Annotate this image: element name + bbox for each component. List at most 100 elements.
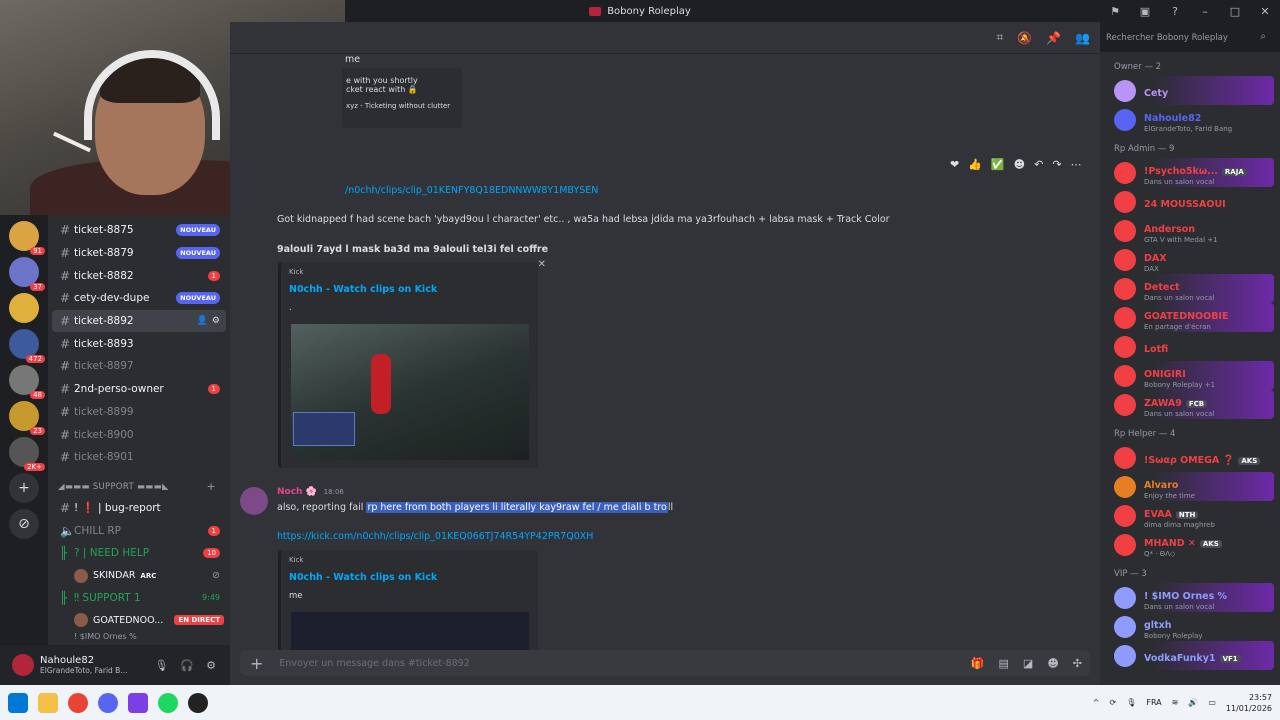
embed-title[interactable]: N0chh - Watch clips on Kick — [289, 572, 530, 583]
microphone-icon[interactable]: 🎙 — [1126, 698, 1136, 707]
channel-need-help[interactable]: ╟? | NEED HELP 10 — [52, 542, 226, 565]
spotify-icon[interactable] — [158, 692, 178, 713]
avatar[interactable] — [12, 654, 34, 676]
sticker-icon[interactable]: ◪ — [1023, 657, 1033, 670]
server-icon[interactable]: 472 — [9, 329, 45, 363]
member-item[interactable]: Alvaro Enjoy the time — [1100, 472, 1274, 501]
message-input[interactable]: Envoyer un message dans #ticket-8892 — [279, 658, 469, 669]
member-item[interactable]: Cety — [1100, 76, 1274, 105]
channel-item[interactable]: # ticket-8900 — [52, 423, 226, 446]
add-server-icon[interactable]: + — [9, 473, 39, 503]
message-composer[interactable]: + Envoyer un message dans #ticket-8892 🎁… — [240, 650, 1090, 676]
volume-icon[interactable]: 🔊 — [1188, 698, 1198, 707]
channel-chill-rp[interactable]: 🔈 CHILL RP 1 — [52, 519, 226, 542]
app-icon[interactable] — [188, 692, 208, 713]
channel-item[interactable]: #2nd-perso-owner 1 — [52, 378, 226, 401]
chrome-icon[interactable] — [68, 692, 88, 713]
channel-item[interactable]: # ticket-8897 — [52, 355, 226, 378]
member-item[interactable]: 24 MOUSSAOUI — [1100, 187, 1280, 216]
member-item[interactable]: Detect Dans un salon vocal — [1100, 274, 1274, 303]
invite-icon[interactable]: 👤 — [197, 316, 208, 326]
discord-icon[interactable] — [98, 692, 118, 713]
embed-title[interactable]: N0chh - Watch clips on Kick — [289, 284, 530, 295]
member-item[interactable]: gltxh Bobony Roleplay — [1100, 612, 1280, 641]
heart-reaction-icon[interactable]: ❤ — [950, 158, 959, 171]
channel-item[interactable]: # ticket-8893 — [52, 332, 226, 355]
channel-item[interactable]: # ticket-8879 NOUVEAU — [52, 242, 226, 265]
member-item[interactable]: MHAND ✕ AKS Q* · ΘΛ◇ — [1100, 530, 1280, 559]
member-item[interactable]: Lotfi — [1100, 332, 1280, 361]
member-item[interactable]: Nahoule82 ElGrandeToto, Farid Bang — [1100, 105, 1280, 134]
channel-item[interactable]: # cety-dev-dupe NOUVEAU — [52, 287, 226, 310]
server-icon[interactable]: 91 — [9, 221, 45, 255]
clock[interactable]: 23:57 11/01/2026 — [1226, 692, 1272, 714]
channel-item[interactable]: # ticket-8901 — [52, 446, 226, 469]
screen-icon[interactable]: ▣ — [1130, 5, 1160, 18]
channel-item[interactable]: # ticket-8899 — [52, 401, 226, 424]
discover-icon[interactable]: ⊘ — [9, 509, 39, 539]
voice-user[interactable]: ! $IMO Ornes % — [48, 631, 230, 641]
server-icon[interactable]: 48 — [9, 365, 45, 399]
file-explorer-icon[interactable] — [38, 692, 58, 713]
member-item[interactable]: ONIGIRI Bobony Roleplay +1 — [1100, 361, 1274, 390]
gift-icon[interactable]: 🎁 — [971, 657, 985, 670]
wifi-icon[interactable]: ≋ — [1172, 698, 1179, 707]
message-link[interactable]: /n0chh/clips/clip_01KENFY8Q18EDNNWW8Y1MB… — [345, 185, 598, 196]
member-item[interactable]: ! $IMO Ornes % Dans un salon vocal — [1100, 583, 1274, 612]
member-item[interactable]: ZAWA9 FCB Dans un salon vocal — [1100, 390, 1274, 419]
server-icon[interactable] — [9, 293, 39, 323]
app-icon[interactable] — [128, 692, 148, 713]
video-thumbnail[interactable] — [291, 324, 529, 460]
chevron-up-icon[interactable]: ^ — [1093, 698, 1100, 707]
inbox-icon[interactable]: ⚑ — [1100, 5, 1130, 18]
avatar[interactable] — [240, 487, 268, 515]
add-reaction-icon[interactable]: ☻ — [1014, 158, 1025, 171]
server-icon[interactable]: 23 — [9, 401, 45, 435]
channel-bug-report[interactable]: #! ❗ | bug-report — [52, 497, 226, 520]
pin-icon[interactable]: 📌 — [1046, 31, 1061, 45]
member-item[interactable]: Anderson GTA V with Medal +1 — [1100, 216, 1280, 245]
member-item[interactable]: !Psycho5kω... RAJA Dans un salon vocal — [1100, 158, 1274, 187]
settings-icon[interactable]: ⚙ — [206, 659, 216, 672]
threads-icon[interactable]: ⌗ — [996, 30, 1003, 45]
language-indicator[interactable]: FRA — [1146, 698, 1161, 707]
forward-icon[interactable]: ↷ — [1052, 158, 1061, 171]
search-input[interactable]: Rechercher Bobony Roleplay ⌕ — [1100, 28, 1272, 48]
network-icon[interactable]: ⟳ — [1109, 698, 1116, 707]
check-reaction-icon[interactable]: ✅ — [991, 158, 1005, 171]
message-author[interactable]: Noch 🌸 — [277, 487, 317, 497]
emoji-icon[interactable]: ☻ — [1047, 657, 1058, 670]
member-item[interactable]: GOATEDNOOBIE En partage d'écran — [1100, 303, 1274, 332]
category-support[interactable]: ◢▬▬▬ SUPPORT ▬▬▬◣ + — [48, 477, 230, 497]
voice-user[interactable]: SKINDAR ARC ⊘ — [48, 565, 230, 587]
settings-icon[interactable]: ⚙ — [212, 316, 220, 326]
thumbs-up-reaction-icon[interactable]: 👍 — [968, 158, 982, 171]
headphones-icon[interactable]: 🎧 — [180, 659, 194, 672]
more-icon[interactable]: ⋯ — [1071, 158, 1082, 171]
channel-item[interactable]: # ticket-8882 1 — [52, 264, 226, 287]
member-item[interactable]: !Sωαρ OMEGA ❓ AKS — [1100, 443, 1280, 472]
voice-user[interactable]: GOATEDNOO... EN DIRECT — [48, 609, 230, 631]
close-icon[interactable]: ✕ — [538, 259, 546, 270]
add-channel-icon[interactable]: + — [206, 480, 216, 493]
maximize-button[interactable]: □ — [1220, 5, 1250, 18]
member-item[interactable]: DAX DAX — [1100, 245, 1280, 274]
gif-icon[interactable]: ▤ — [999, 657, 1009, 670]
battery-icon[interactable]: ▭ — [1208, 698, 1216, 707]
message-link[interactable]: https://kick.com/n0chh/clips/clip_01KEQ0… — [277, 531, 593, 542]
server-icon[interactable]: 2K+ — [9, 437, 45, 471]
channel-item[interactable]: # ticket-8875 NOUVEAU — [52, 219, 226, 242]
minimize-button[interactable]: – — [1190, 5, 1220, 18]
close-button[interactable]: ✕ — [1250, 5, 1280, 18]
server-icon[interactable]: 37 — [9, 257, 45, 291]
member-item[interactable]: VodkaFunky1 VF1 — [1100, 641, 1274, 670]
attach-icon[interactable]: + — [250, 654, 263, 673]
member-item[interactable]: EVAA NTH dima dima maghreb — [1100, 501, 1280, 530]
channel-item-selected[interactable]: # ticket-8892 👤 ⚙ — [52, 309, 226, 333]
mute-bell-icon[interactable]: 🔕 — [1017, 31, 1032, 45]
reply-icon[interactable]: ↶ — [1034, 158, 1043, 171]
apps-icon[interactable]: ✣ — [1073, 657, 1082, 670]
channel-support-1[interactable]: ╟ ‼ SUPPORT 1 9:49 — [52, 587, 226, 610]
help-icon[interactable]: ? — [1160, 5, 1190, 18]
members-icon[interactable]: 👥 — [1075, 31, 1090, 45]
